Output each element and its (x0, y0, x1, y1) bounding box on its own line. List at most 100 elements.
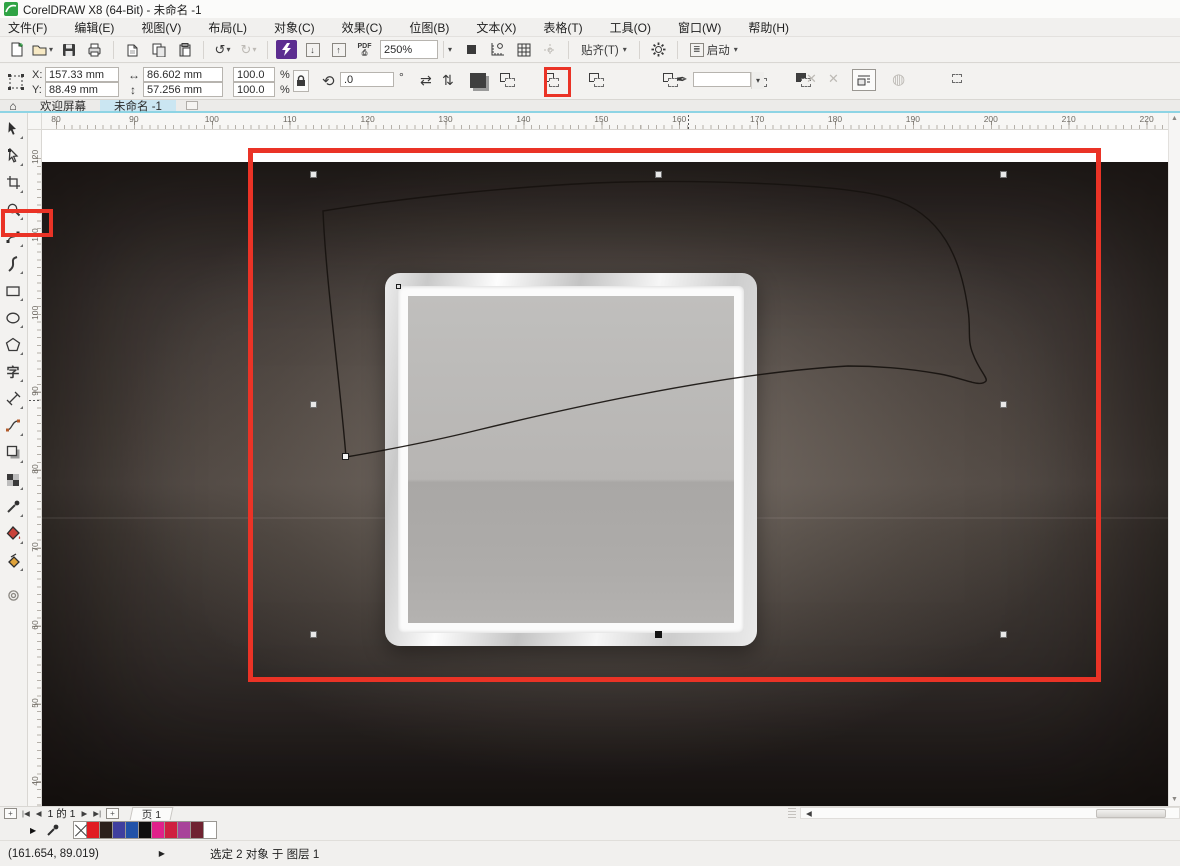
tab-untitled-document[interactable]: 未命名 -1 (100, 100, 176, 111)
copy-button[interactable] (148, 39, 169, 60)
menu-item-9[interactable]: 工具(O) (610, 19, 651, 36)
palette-eyedropper-icon[interactable] (46, 823, 60, 837)
artistic-media-tool[interactable] (0, 250, 26, 277)
color-swatch-7[interactable] (164, 821, 178, 839)
menu-item-8[interactable]: 表格(T) (543, 19, 582, 36)
undo-button[interactable]: ↺▾ (212, 39, 233, 60)
menu-item-5[interactable]: 效果(C) (342, 19, 383, 36)
palette-flyout-arrow[interactable]: ▶ (30, 826, 36, 835)
last-page-button[interactable]: ▶| (90, 809, 104, 818)
search-content-button[interactable] (276, 40, 297, 59)
open-dropdown-caret[interactable]: ▾ (49, 45, 53, 54)
intersect-button[interactable] (589, 73, 606, 88)
color-swatch-2[interactable] (99, 821, 113, 839)
new-document-tab-button[interactable] (186, 101, 198, 110)
smart-fill-tool[interactable] (0, 547, 26, 574)
menu-item-1[interactable]: 编辑(E) (74, 19, 114, 36)
height-field[interactable]: 57.256 mm (143, 82, 223, 97)
first-page-button[interactable]: |◀ (19, 809, 33, 818)
drop-shadow-tool[interactable] (0, 439, 26, 466)
scroll-up-arrow[interactable]: ▲ (1169, 113, 1180, 125)
zoom-level-combo[interactable]: 250% (380, 40, 438, 59)
mirror-horizontal-button[interactable]: ⇄ (420, 72, 432, 89)
menu-item-4[interactable]: 对象(C) (274, 19, 315, 36)
color-swatch-10[interactable] (203, 821, 217, 839)
show-rulers-button[interactable] (487, 39, 508, 60)
weld-button[interactable] (500, 73, 517, 88)
width-field[interactable]: 86.602 mm (143, 67, 223, 82)
mirror-vertical-button[interactable]: ⇅ (442, 72, 454, 89)
lock-ratio-button[interactable] (293, 70, 309, 92)
previous-page-button[interactable]: ◀ (33, 809, 45, 818)
save-button[interactable] (58, 39, 79, 60)
next-page-button[interactable]: ▶ (79, 809, 91, 818)
color-swatch-8[interactable] (177, 821, 191, 839)
scale-y-field[interactable]: 100.0 (233, 82, 275, 97)
show-grid-button[interactable] (513, 39, 534, 60)
interactive-fill-tool[interactable] (0, 520, 26, 547)
status-flyout-arrow[interactable]: ▶ (159, 849, 165, 858)
outline-pen-icon[interactable]: ✒ (676, 71, 688, 88)
import-button[interactable]: ↓ (302, 39, 323, 60)
ellipse-tool[interactable] (0, 304, 26, 331)
y-position-field[interactable]: 88.49 mm (45, 82, 119, 97)
color-swatch-3[interactable] (112, 821, 126, 839)
home-tab-icon[interactable]: ⌂ (0, 100, 26, 111)
scale-x-field[interactable]: 100.0 (233, 67, 275, 82)
redo-button[interactable]: ↻▾ (238, 39, 259, 60)
x-position-field[interactable]: 157.33 mm (45, 67, 119, 82)
tab-welcome-screen[interactable]: 欢迎屏幕 (26, 100, 100, 111)
menu-item-11[interactable]: 帮助(H) (748, 19, 789, 36)
menu-item-3[interactable]: 布局(L) (208, 19, 247, 36)
publish-pdf-button[interactable]: PDF⎙ (354, 39, 375, 60)
horizontal-scrollbar-thumb[interactable] (1096, 809, 1166, 818)
wrap-paragraph-text-button[interactable] (950, 73, 967, 88)
color-swatch-9[interactable] (190, 821, 204, 839)
add-page-before-button[interactable]: + (4, 808, 17, 819)
new-document-button[interactable] (6, 39, 27, 60)
rotation-angle-field[interactable]: .0 (340, 72, 394, 87)
open-button[interactable]: ▾ (32, 39, 53, 60)
connector-tool[interactable] (0, 412, 26, 439)
menu-item-0[interactable]: 文件(F) (8, 19, 47, 36)
color-swatch-4[interactable] (125, 821, 139, 839)
crop-tool[interactable] (0, 169, 26, 196)
text-wrap-button[interactable] (852, 69, 876, 91)
scrollbar-splitter-handle[interactable] (788, 808, 796, 818)
scroll-left-arrow[interactable]: ◀ (803, 809, 815, 818)
customize-button[interactable] (0, 582, 26, 609)
menu-item-6[interactable]: 位图(B) (409, 19, 449, 36)
page-1-tab[interactable]: 页 1 (130, 807, 174, 820)
paste-button[interactable] (174, 39, 195, 60)
rectangle-tool[interactable] (0, 277, 26, 304)
fullscreen-preview-button[interactable] (461, 39, 482, 60)
horizontal-scrollbar[interactable]: ◀ (800, 807, 1180, 819)
color-swatch-6[interactable] (151, 821, 165, 839)
transparency-tool[interactable] (0, 466, 26, 493)
quick-customize-button[interactable]: ◍ (892, 70, 905, 88)
application-launcher-button[interactable]: ≣启动▾ (686, 39, 742, 60)
options-button[interactable] (648, 39, 669, 60)
undo-dropdown-caret[interactable]: ▾ (226, 45, 230, 54)
snap-to-button[interactable]: 贴齐(T)▾ (577, 39, 631, 60)
color-swatch-1[interactable] (86, 821, 100, 839)
color-eyedropper-tool[interactable] (0, 493, 26, 520)
drawing-canvas[interactable] (42, 130, 1168, 806)
swatch-no-color[interactable] (73, 821, 87, 839)
shape-tool[interactable] (0, 142, 26, 169)
cut-button[interactable] (122, 39, 143, 60)
print-button[interactable] (84, 39, 105, 60)
pick-tool[interactable] (0, 115, 26, 142)
menu-item-10[interactable]: 窗口(W) (678, 19, 721, 36)
parallel-dimension-tool[interactable] (0, 385, 26, 412)
outline-width-dropdown[interactable]: ▾ (751, 72, 764, 89)
export-button[interactable]: ↑ (328, 39, 349, 60)
show-guidelines-button[interactable] (539, 39, 560, 60)
polygon-tool[interactable] (0, 331, 26, 358)
vertical-scrollbar[interactable]: ▲ ▼ (1168, 113, 1180, 806)
horizontal-ruler[interactable]: 8090100110120130140150160170180190200210… (42, 113, 1168, 130)
menu-item-2[interactable]: 视图(V) (141, 19, 181, 36)
add-page-after-button[interactable]: + (106, 808, 119, 819)
text-tool[interactable]: 字 (0, 358, 26, 385)
object-properties-icon[interactable] (470, 73, 486, 88)
